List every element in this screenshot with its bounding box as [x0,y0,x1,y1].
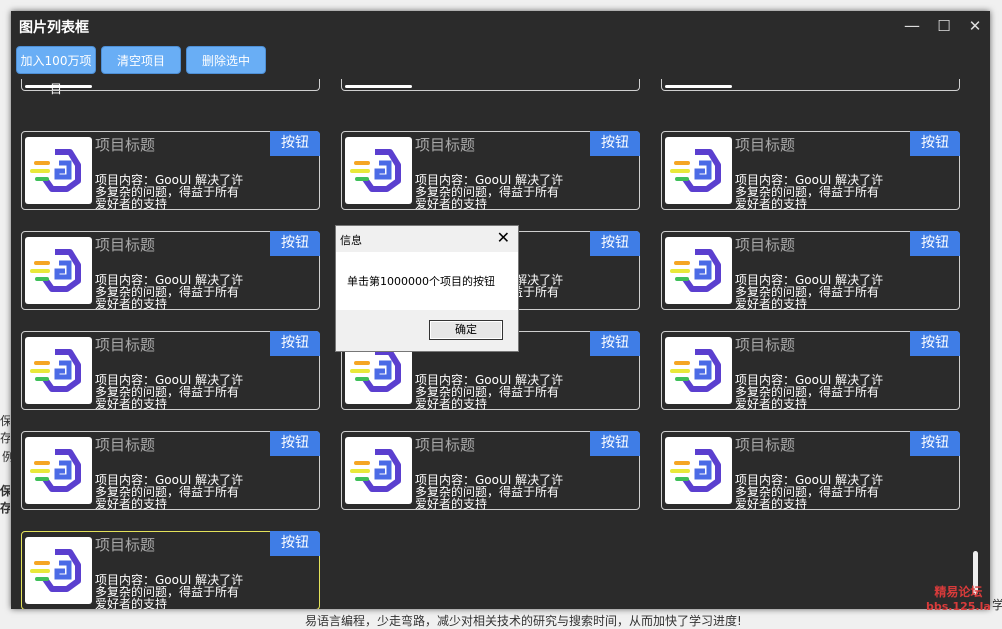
list-item[interactable]: 项目标题 项目内容：GooUI 解决了许多复杂的问题，得益于所有爱好者的支持 按… [21,231,320,310]
gooui-logo-icon [345,437,412,504]
gooui-logo-icon [25,237,92,304]
item-content: 项目内容：GooUI 解决了许多复杂的问题，得益于所有爱好者的支持 [95,373,244,411]
list-item[interactable]: 项目标题 项目内容：GooUI 解决了许多复杂的问题，得益于所有爱好者的支持 按… [21,431,320,510]
list-item-partial[interactable] [661,79,960,91]
bg-text-a: 保存 [0,414,10,445]
bg-text-e: 易语言编程，少走弯路，减少对相关技术的研究与搜索时间，从而加快了学习进度! [305,614,742,628]
list-item-partial[interactable] [341,79,640,91]
item-button[interactable]: 按钮 [910,431,960,456]
list-item[interactable]: 项目标题 项目内容：GooUI 解决了许多复杂的问题，得益于所有爱好者的支持 按… [661,331,960,410]
item-content: 项目内容：GooUI 解决了许多复杂的问题，得益于所有爱好者的支持 [735,173,884,211]
gooui-logo-icon [25,137,92,204]
item-button[interactable]: 按钮 [270,331,320,356]
item-content: 项目内容：GooUI 解决了许多复杂的问题，得益于所有爱好者的支持 [735,473,884,511]
item-button[interactable]: 按钮 [910,331,960,356]
item-title: 项目标题 [95,336,156,354]
item-button[interactable]: 按钮 [590,131,640,156]
thumbnail-edge [345,85,412,88]
bg-text-b: 例 [2,450,11,464]
gooui-logo-icon [345,137,412,204]
item-content: 项目内容：GooUI 解决了许多复杂的问题，得益于所有爱好者的支持 [415,373,564,411]
item-content: 项目内容：GooUI 解决了许多复杂的问题，得益于所有爱好者的支持 [95,473,244,511]
list-item[interactable]: 项目标题 项目内容：GooUI 解决了许多复杂的问题，得益于所有爱好者的支持 按… [661,231,960,310]
item-content: 项目内容：GooUI 解决了许多复杂的问题，得益于所有爱好者的支持 [95,273,244,311]
close-icon[interactable]: ✕ [964,15,986,37]
item-title: 项目标题 [735,436,796,454]
item-title: 项目标题 [415,436,476,454]
watermark-line2: bbs.125.la [926,600,991,613]
item-content: 项目内容：GooUI 解决了许多复杂的问题，得益于所有爱好者的支持 [415,173,564,211]
bg-text-d: 学 [992,598,1002,612]
thumbnail-edge [665,85,732,88]
item-content: 项目内容：GooUI 解决了许多复杂的问题，得益于所有爱好者的支持 [735,373,884,411]
watermark-line1: 精易论坛 [934,585,983,599]
ok-button[interactable]: 确定 [429,320,503,340]
item-button[interactable]: 按钮 [590,231,640,256]
gooui-logo-icon [25,537,92,604]
gooui-logo-icon [665,437,732,504]
gooui-logo-icon [665,137,732,204]
item-content: 项目内容：GooUI 解决了许多复杂的问题，得益于所有爱好者的支持 [95,573,244,609]
item-button[interactable]: 按钮 [910,231,960,256]
list-item[interactable]: 项目标题 项目内容：GooUI 解决了许多复杂的问题，得益于所有爱好者的支持 按… [21,331,320,410]
gooui-logo-icon [665,237,732,304]
item-button[interactable]: 按钮 [270,131,320,156]
item-title: 项目标题 [95,436,156,454]
item-title: 项目标题 [415,136,476,154]
dialog-message: 单击第1000000个项目的按钮 [347,275,495,288]
item-title: 项目标题 [95,236,156,254]
item-title: 项目标题 [735,336,796,354]
bg-text-c: 保存 [0,484,10,515]
gooui-logo-icon [25,337,92,404]
item-button[interactable]: 按钮 [590,331,640,356]
maximize-icon[interactable]: ☐ [933,15,955,37]
list-item[interactable]: 项目标题 项目内容：GooUI 解决了许多复杂的问题，得益于所有爱好者的支持 按… [21,131,320,210]
thumbnail-edge [25,85,92,88]
list-item-partial[interactable] [21,79,320,91]
dialog-title: 信息 [340,234,362,247]
delete-selected-button[interactable]: 删除选中 [186,46,266,74]
item-title: 项目标题 [735,236,796,254]
item-content: 项目内容：GooUI 解决了许多复杂的问题，得益于所有爱好者的支持 [735,273,884,311]
minimize-icon[interactable]: — [901,15,923,37]
item-title: 项目标题 [735,136,796,154]
title-bar[interactable]: 图片列表框 — ☐ ✕ [11,11,990,41]
message-dialog: 信息 ✕ 单击第1000000个项目的按钮 确定 [335,225,519,352]
item-button[interactable]: 按钮 [910,131,960,156]
item-button[interactable]: 按钮 [270,231,320,256]
dialog-close-icon[interactable]: ✕ [497,228,510,247]
item-button[interactable]: 按钮 [270,531,320,556]
list-item[interactable]: 项目标题 项目内容：GooUI 解决了许多复杂的问题，得益于所有爱好者的支持 按… [341,431,640,510]
list-item[interactable]: 项目标题 项目内容：GooUI 解决了许多复杂的问题，得益于所有爱好者的支持 按… [341,131,640,210]
gooui-logo-icon [665,337,732,404]
add-million-items-button[interactable]: 加入100万项目 [16,46,96,96]
clear-items-button[interactable]: 清空项目 [101,46,181,74]
dialog-body: 单击第1000000个项目的按钮 [336,252,518,310]
gooui-logo-icon [25,437,92,504]
list-item-selected[interactable]: 项目标题 项目内容：GooUI 解决了许多复杂的问题，得益于所有爱好者的支持 按… [21,531,320,609]
item-button[interactable]: 按钮 [590,431,640,456]
item-title: 项目标题 [95,536,156,554]
list-item[interactable]: 项目标题 项目内容：GooUI 解决了许多复杂的问题，得益于所有爱好者的支持 按… [661,131,960,210]
item-content: 项目内容：GooUI 解决了许多复杂的问题，得益于所有爱好者的支持 [95,173,244,211]
window-title: 图片列表框 [19,20,89,36]
forum-watermark: 精易论坛 bbs.125.la [926,583,991,613]
item-title: 项目标题 [95,136,156,154]
list-item[interactable]: 项目标题 项目内容：GooUI 解决了许多复杂的问题，得益于所有爱好者的支持 按… [661,431,960,510]
item-content: 项目内容：GooUI 解决了许多复杂的问题，得益于所有爱好者的支持 [415,473,564,511]
item-button[interactable]: 按钮 [270,431,320,456]
